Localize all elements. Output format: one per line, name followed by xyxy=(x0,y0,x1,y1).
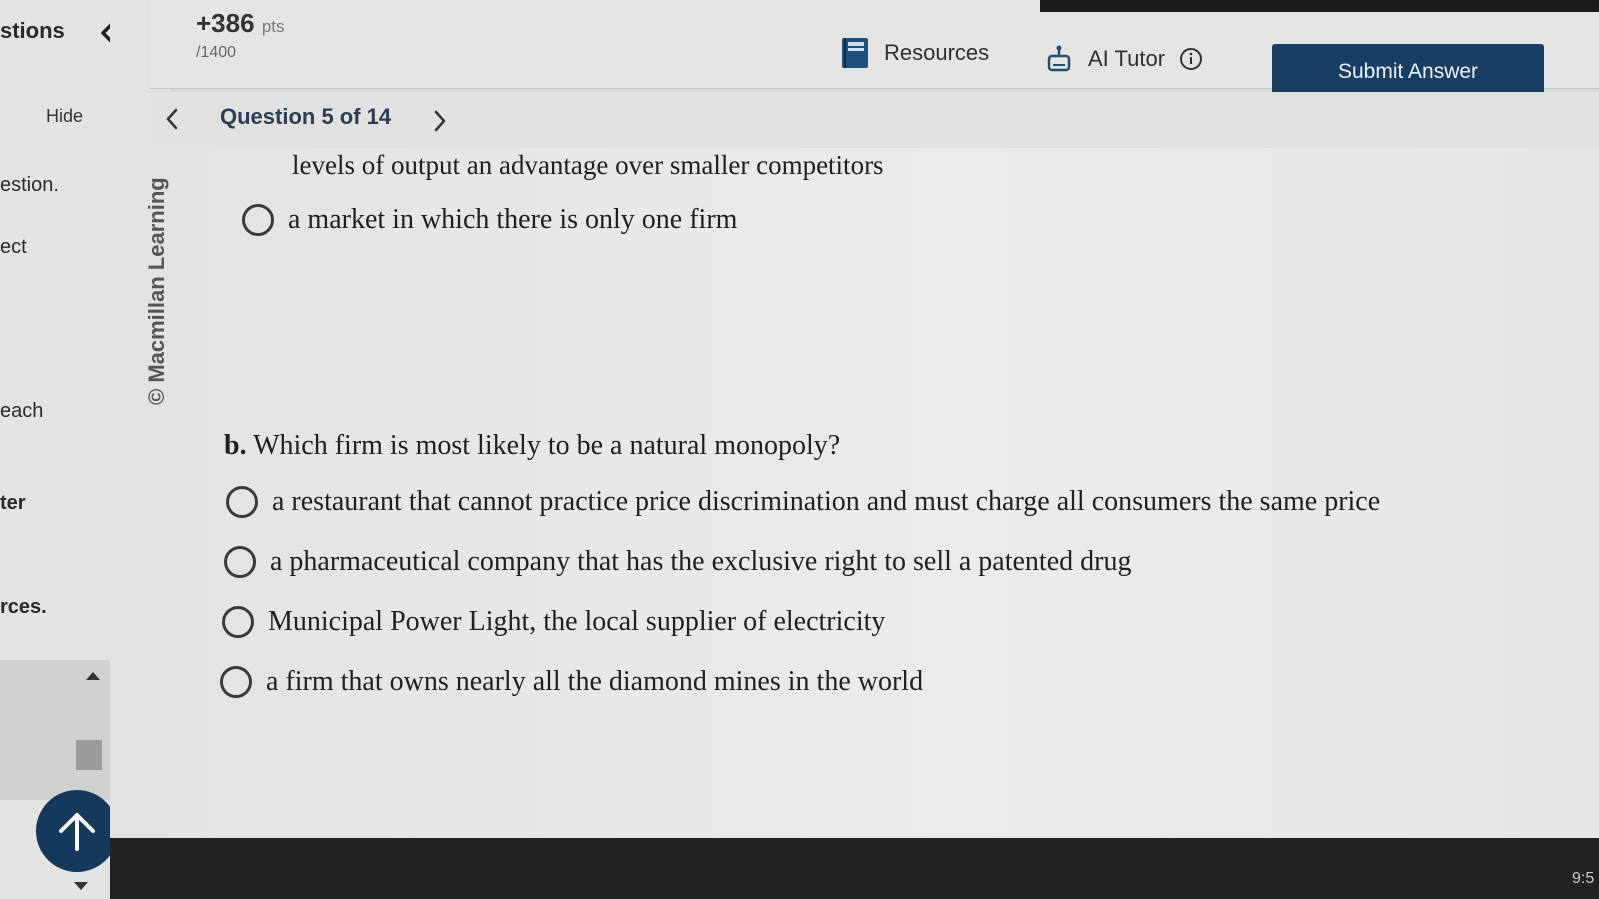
sidebar-text-5: rces. xyxy=(0,596,47,618)
taskbar xyxy=(110,838,1599,899)
sidebar-lower-panel xyxy=(0,660,110,800)
question-b-letter: b. xyxy=(224,430,247,461)
left-sidebar: stions Hide estion. ect each ter rces. xyxy=(0,0,110,899)
sidebar-title: stions xyxy=(0,18,65,43)
scroll-up-arrow-icon[interactable] xyxy=(86,672,100,680)
info-icon[interactable] xyxy=(1179,47,1203,71)
sidebar-text-3: each xyxy=(0,400,44,422)
answer-option-label: a market in which there is only one firm xyxy=(288,204,738,235)
answer-option-b1[interactable]: a restaurant that cannot practice price … xyxy=(226,486,1380,518)
radio-button[interactable] xyxy=(220,666,252,698)
score-value: +386 pts xyxy=(196,8,285,39)
taskbar-clock: 9:5 xyxy=(1572,870,1595,887)
radio-button[interactable] xyxy=(222,606,254,638)
score-total: /1400 xyxy=(196,44,237,61)
option-continued-text: levels of output an advantage over small… xyxy=(292,150,884,180)
answer-option-label: a firm that owns nearly all the diamond … xyxy=(266,666,924,697)
scroll-to-top-button[interactable] xyxy=(36,790,118,872)
book-icon xyxy=(842,38,868,68)
answer-option-b2[interactable]: a pharmaceutical company that has the ex… xyxy=(224,546,1131,578)
radio-button[interactable] xyxy=(226,486,258,518)
score-unit: pts xyxy=(261,17,285,36)
question-b-text: Which firm is most likely to be a natura… xyxy=(253,430,841,461)
answer-option-label: Municipal Power Light, the local supplie… xyxy=(268,606,886,637)
sidebar-text-1: estion. xyxy=(0,174,59,196)
question-b-prompt: b. Which firm is most likely to be a nat… xyxy=(224,430,840,462)
answer-option-b4[interactable]: a firm that owns nearly all the diamond … xyxy=(220,666,923,698)
next-question-chevron-icon[interactable] xyxy=(428,106,452,136)
ai-tutor-label: AI Tutor xyxy=(1088,46,1166,71)
score-number: +386 xyxy=(196,8,255,38)
scrollbar-thumb[interactable] xyxy=(76,740,102,770)
answer-option-a-last[interactable]: a market in which there is only one firm xyxy=(242,204,737,236)
answer-option-b3[interactable]: Municipal Power Light, the local supplie… xyxy=(222,606,885,638)
sidebar-text-2: ect xyxy=(0,236,27,258)
radio-button[interactable] xyxy=(242,204,274,236)
resources-label: Resources xyxy=(884,40,990,65)
question-counter: Question 5 of 14 xyxy=(220,104,392,129)
radio-button[interactable] xyxy=(224,546,256,578)
previous-question-chevron-icon[interactable] xyxy=(160,104,184,134)
arrow-up-icon xyxy=(59,813,95,851)
robot-icon xyxy=(1047,45,1071,72)
hide-button[interactable]: Hide xyxy=(46,106,83,127)
answer-option-label: a restaurant that cannot practice price … xyxy=(272,486,1381,517)
top-dark-edge xyxy=(1040,0,1599,12)
answer-option-label: a pharmaceutical company that has the ex… xyxy=(270,546,1132,577)
copyright-text: © Macmillan Learning xyxy=(144,177,169,405)
scroll-down-arrow-icon[interactable] xyxy=(74,882,88,890)
resources-button[interactable]: Resources xyxy=(840,36,989,70)
ai-tutor-button[interactable]: AI Tutor xyxy=(1044,44,1203,74)
sidebar-text-4: ter xyxy=(0,492,26,514)
